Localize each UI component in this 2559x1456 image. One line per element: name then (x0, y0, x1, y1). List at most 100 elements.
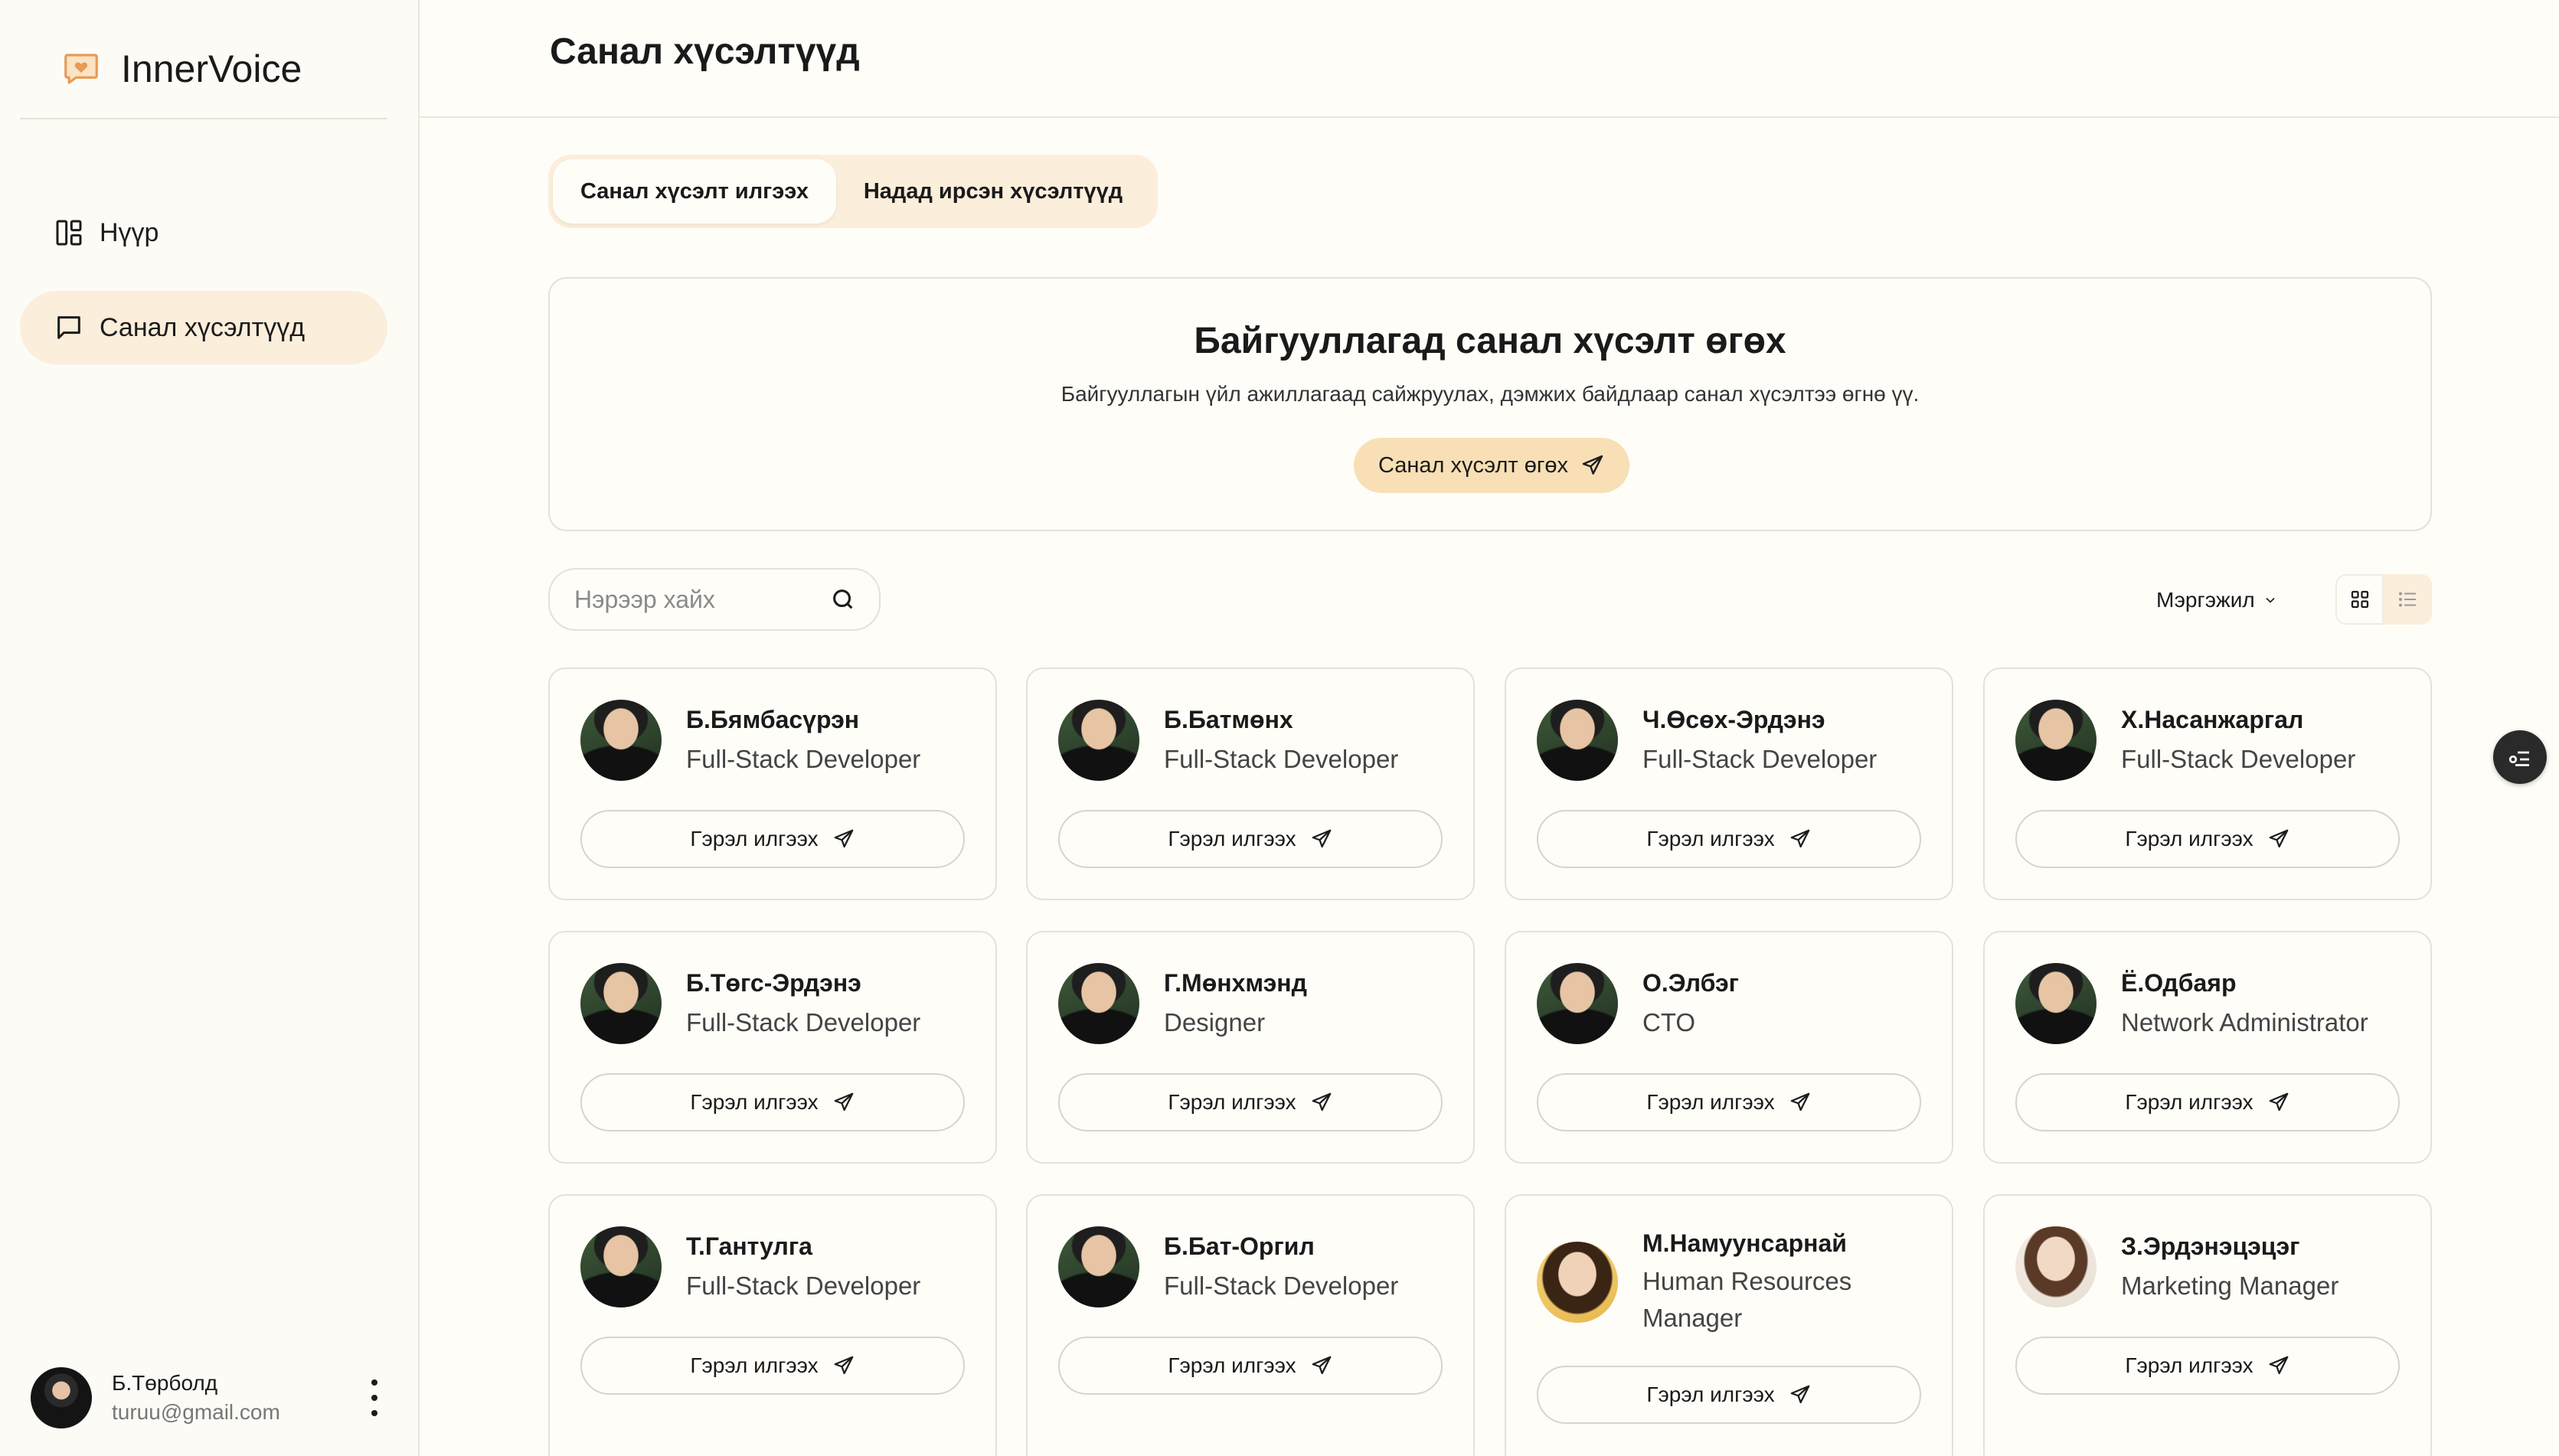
floating-menu-button[interactable] (2493, 730, 2547, 784)
avatar (1058, 963, 1139, 1044)
tab-received-feedback[interactable]: Надад ирсэн хүсэлтүүд (836, 159, 1150, 224)
button-label: Гэрэл илгээх (690, 1353, 819, 1377)
employee-card: Т.Гантулга Full-Stack Developer Гэрэл ил… (548, 1194, 997, 1456)
page-title: Санал хүсэлтүүд (550, 31, 860, 72)
send-icon (834, 1356, 853, 1375)
employee-name: Б.Бямбасүрэн (686, 706, 860, 733)
avatar (1058, 700, 1139, 781)
send-icon (2269, 1092, 2288, 1112)
send-light-button[interactable]: Гэрэл илгээх (1058, 810, 1443, 868)
list-icon (2398, 592, 2416, 607)
employee-card: О.Элбэг CTO Гэрэл илгээх (1505, 931, 1953, 1164)
avatar (1537, 700, 1618, 781)
send-icon (1790, 1385, 1809, 1404)
employee-role: Full-Stack Developer (686, 1272, 921, 1300)
banner-title: Байгууллагад санал хүсэлт өгөх (1194, 321, 1786, 361)
tab-send-feedback[interactable]: Санал хүсэлт илгээх (553, 159, 836, 224)
employee-name: Х.Насанжаргал (2121, 706, 2304, 733)
employee-role: Full-Stack Developer (686, 1008, 921, 1037)
send-icon (2269, 1356, 2288, 1375)
employee-card: Б.Төгс-Эрдэнэ Full-Stack Developer Гэрэл… (548, 931, 997, 1164)
message-square-icon (52, 311, 86, 344)
search-icon[interactable] (830, 586, 856, 612)
send-icon (1312, 1092, 1331, 1112)
button-label: Гэрэл илгээх (1646, 1383, 1775, 1406)
avatar (580, 1226, 662, 1307)
employee-name: Б.Батмөнх (1164, 706, 1293, 733)
send-light-button[interactable]: Гэрэл илгээх (2015, 1073, 2400, 1131)
send-icon (834, 829, 853, 848)
button-label: Гэрэл илгээх (1168, 827, 1296, 850)
send-light-button[interactable]: Гэрэл илгээх (1537, 1366, 1921, 1424)
sidebar: InnerVoice Нүүр Санал хүсэлтүүд Б.Төрбол… (0, 0, 420, 1456)
user-profile[interactable]: Б.Төрболд turuu@gmail.com (31, 1366, 391, 1430)
dashboard-icon (52, 216, 86, 250)
grid-icon (2351, 590, 2368, 609)
button-label: Гэрэл илгээх (2125, 1090, 2253, 1114)
employee-role: Full-Stack Developer (1164, 745, 1399, 773)
employee-role: Designer (1164, 1008, 1266, 1037)
employee-role: Full-Stack Developer (686, 745, 921, 773)
employee-role: Marketing Manager (2121, 1272, 2339, 1300)
send-icon (1312, 829, 1331, 848)
header: Санал хүсэлтүүд (420, 0, 2559, 118)
send-light-button[interactable]: Гэрэл илгээх (1537, 810, 1921, 868)
send-light-button[interactable]: Гэрэл илгээх (2015, 810, 2400, 868)
grid-view-button[interactable] (2335, 574, 2384, 625)
filter-label: Мэргэжил (2156, 588, 2255, 612)
chat-heart-logo-icon (60, 47, 103, 90)
button-label: Гэрэл илгээх (1646, 827, 1775, 850)
more-vertical-icon[interactable] (363, 1379, 386, 1416)
feedback-banner: Байгууллагад санал хүсэлт өгөх Байгуулла… (548, 277, 2432, 531)
employee-name: З.Эрдэнэцэцэг (2121, 1232, 2300, 1260)
search-input[interactable] (574, 585, 819, 614)
employee-role: Full-Stack Developer (1642, 745, 1878, 773)
banner-description: Байгууллагын үйл ажиллагаад сайжруулах, … (1061, 382, 1920, 406)
send-light-button[interactable]: Гэрэл илгээх (580, 1073, 965, 1131)
give-feedback-button[interactable]: Санал хүсэлт өгөх (1354, 438, 1629, 493)
sidebar-item-home[interactable]: Нүүр (20, 196, 387, 269)
avatar (2015, 1226, 2097, 1307)
button-label: Гэрэл илгээх (1168, 1090, 1296, 1114)
send-icon (834, 1092, 853, 1112)
employee-name: Г.Мөнхмэнд (1164, 969, 1307, 997)
employee-card: Г.Мөнхмэнд Designer Гэрэл илгээх (1026, 931, 1475, 1164)
sidebar-item-label: Санал хүсэлтүүд (100, 312, 306, 342)
send-light-button[interactable]: Гэрэл илгээх (1537, 1073, 1921, 1131)
send-icon (1582, 455, 1603, 475)
send-light-button[interactable]: Гэрэл илгээх (2015, 1337, 2400, 1395)
send-icon (1312, 1356, 1331, 1375)
employee-card: М.Намуунсарнай Human Resources Manager Г… (1505, 1194, 1953, 1456)
button-label: Гэрэл илгээх (2125, 827, 2253, 850)
brand[interactable]: InnerVoice (20, 20, 387, 119)
send-light-button[interactable]: Гэрэл илгээх (580, 1337, 965, 1395)
employee-card: Х.Насанжаргал Full-Stack Developer Гэрэл… (1983, 668, 2432, 900)
employee-name: О.Элбэг (1642, 969, 1739, 997)
button-label: Гэрэл илгээх (1168, 1353, 1296, 1377)
sidebar-item-feedback[interactable]: Санал хүсэлтүүд (20, 291, 387, 364)
avatar (2015, 963, 2097, 1044)
button-label: Гэрэл илгээх (690, 1090, 819, 1114)
employee-card: Ч.Өсөх-Эрдэнэ Full-Stack Developer Гэрэл… (1505, 668, 1953, 900)
app-name: InnerVoice (121, 47, 302, 90)
list-view-button[interactable] (2384, 574, 2432, 625)
send-light-button[interactable]: Гэрэл илгээх (1058, 1337, 1443, 1395)
view-toggle (2335, 574, 2432, 625)
send-light-button[interactable]: Гэрэл илгээх (1058, 1073, 1443, 1131)
button-label: Гэрэл илгээх (1646, 1090, 1775, 1114)
send-light-button[interactable]: Гэрэл илгээх (580, 810, 965, 868)
button-label: Гэрэл илгээх (2125, 1353, 2253, 1377)
employee-name: Б.Төгс-Эрдэнэ (686, 969, 861, 997)
avatar (1537, 963, 1618, 1044)
employee-name: М.Намуунсарнай (1642, 1229, 1847, 1257)
employee-role: Human Resources Manager (1642, 1267, 1852, 1332)
avatar (31, 1367, 92, 1428)
avatar (1058, 1226, 1139, 1307)
send-icon (2269, 829, 2288, 848)
send-icon (1790, 1092, 1809, 1112)
list-filter-icon (2508, 751, 2529, 766)
profession-filter-dropdown[interactable]: Мэргэжил (2156, 583, 2278, 617)
employee-name: Т.Гантулга (686, 1232, 812, 1260)
employee-name: Ё.Одбаяр (2121, 969, 2237, 997)
button-label: Гэрэл илгээх (690, 827, 819, 850)
